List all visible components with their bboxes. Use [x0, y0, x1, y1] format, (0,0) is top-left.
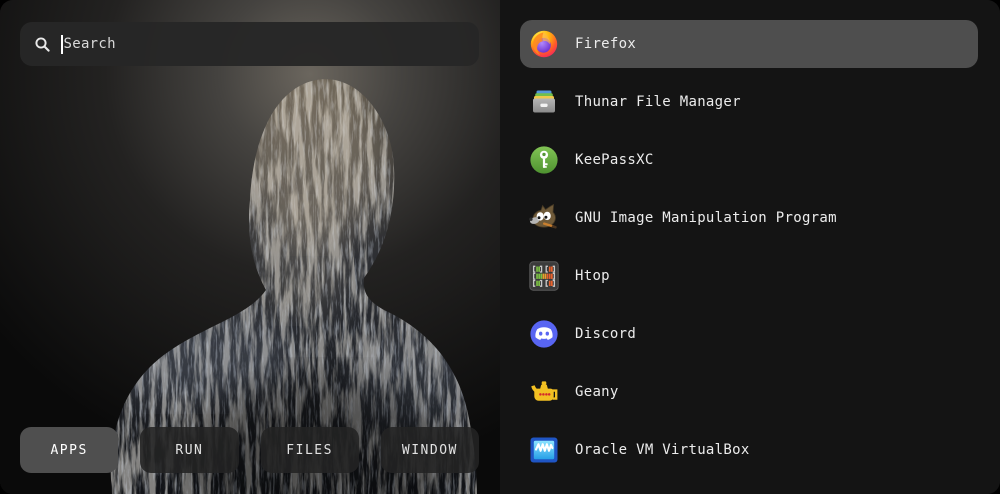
tab-label: FILES [286, 443, 333, 458]
htop-icon [528, 260, 560, 292]
app-label: Firefox [575, 36, 636, 52]
search-bar[interactable] [20, 22, 479, 66]
mode-tabs: APPS RUN FILES WINDOW [20, 427, 479, 473]
app-label: Oracle VM VirtualBox [575, 442, 750, 458]
tab-run[interactable]: RUN [140, 427, 238, 473]
tab-label: RUN [175, 443, 203, 458]
app-item-discord[interactable]: Discord [520, 310, 978, 358]
gimp-icon [528, 202, 560, 234]
app-label: GNU Image Manipulation Program [575, 210, 837, 226]
virtualbox-icon [528, 434, 560, 466]
app-label: Geany [575, 384, 619, 400]
tab-window[interactable]: WINDOW [381, 427, 479, 473]
tab-label: APPS [50, 443, 87, 458]
tab-files[interactable]: FILES [261, 427, 359, 473]
launcher-window: APPS RUN FILES WINDOW Firefox Thunar Fil… [0, 0, 1000, 494]
discord-icon [528, 318, 560, 350]
firefox-icon [528, 28, 560, 60]
app-item-gimp[interactable]: GNU Image Manipulation Program [520, 194, 978, 242]
app-item-htop[interactable]: Htop [520, 252, 978, 300]
keepassxc-icon [528, 144, 560, 176]
app-label: Discord [575, 326, 636, 342]
search-input[interactable] [63, 36, 466, 52]
app-item-geany[interactable]: Geany [520, 368, 978, 416]
app-label: KeePassXC [575, 152, 654, 168]
app-item-virtualbox[interactable]: Oracle VM VirtualBox [520, 426, 978, 474]
tab-label: WINDOW [402, 443, 458, 458]
geany-icon [528, 376, 560, 408]
app-item-firefox[interactable]: Firefox [520, 20, 978, 68]
tab-apps[interactable]: APPS [20, 427, 118, 473]
app-label: Htop [575, 268, 610, 284]
background-artwork [0, 0, 500, 494]
app-item-thunar[interactable]: Thunar File Manager [520, 78, 978, 126]
app-item-keepassxc[interactable]: KeePassXC [520, 136, 978, 184]
search-icon [34, 36, 51, 53]
thunar-icon [528, 86, 560, 118]
app-label: Thunar File Manager [575, 94, 741, 110]
app-list: Firefox Thunar File Manager KeePassXC GN… [500, 0, 1000, 494]
left-panel: APPS RUN FILES WINDOW [0, 0, 500, 494]
